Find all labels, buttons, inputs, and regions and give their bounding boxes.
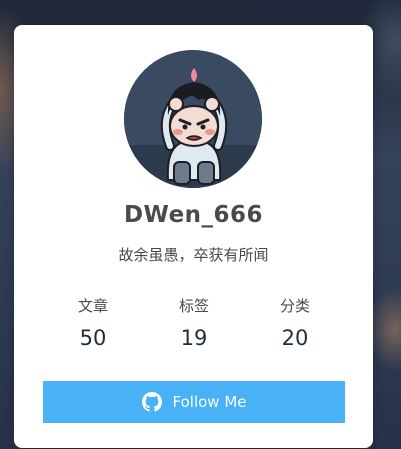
follow-me-button[interactable]: Follow Me	[43, 381, 345, 423]
stat-value: 50	[79, 326, 107, 350]
stat-articles[interactable]: 文章 50	[43, 295, 143, 351]
author-info-card: DWen_666 故余虽愚，卒获有所闻 文章 50 标签 19 分类 20 Fo…	[14, 25, 373, 448]
stat-label: 分类	[279, 297, 310, 315]
stat-value: 20	[281, 326, 309, 350]
github-icon	[141, 392, 162, 412]
stat-label: 文章	[77, 297, 108, 315]
author-name: DWen_666	[123, 202, 264, 228]
stat-categories[interactable]: 分类 20	[245, 295, 345, 351]
stat-label: 标签	[178, 297, 209, 315]
stat-tags[interactable]: 标签 19	[144, 295, 244, 351]
avatar[interactable]	[124, 50, 262, 188]
avatar-image	[124, 50, 262, 188]
stat-value: 19	[180, 326, 208, 350]
site-stats: 文章 50 标签 19 分类 20	[43, 295, 345, 351]
author-motto: 故余虽愚，卒获有所闻	[118, 246, 269, 264]
follow-me-label: Follow Me	[172, 393, 247, 411]
